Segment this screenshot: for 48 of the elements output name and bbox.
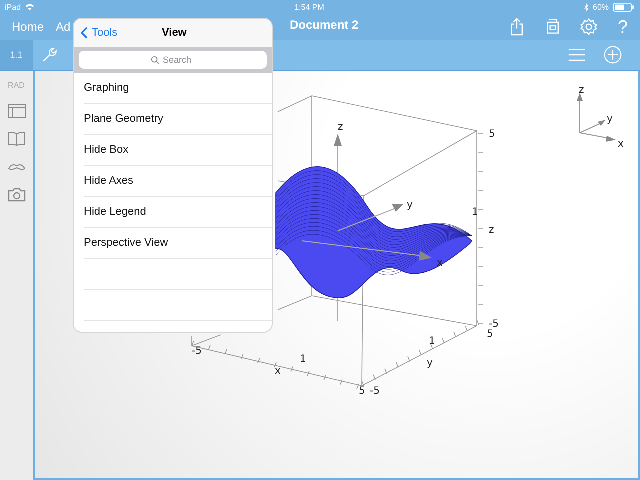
chevron-left-icon [81,27,88,39]
search-icon [151,56,160,64]
battery-icon [613,2,636,12]
axis-label: y [407,200,413,211]
device-name: iPad [5,2,22,12]
add-page-icon[interactable] [604,46,622,64]
axis-label: -5 [192,346,202,357]
menu-item[interactable]: Hide Box [84,144,129,156]
axis-label: 1 [472,207,478,218]
camera-icon[interactable] [8,188,26,202]
menu-item[interactable]: Hide Axes [84,175,134,187]
popover-title: View [162,27,187,39]
angle-mode: RAD [8,81,25,90]
axis-label: z [489,225,494,236]
wrench-icon[interactable] [42,47,58,63]
clock: 1:54 PM [294,2,324,12]
menu-icon[interactable] [568,46,586,64]
axis-label: x [275,366,281,377]
bluetooth-icon [584,2,589,12]
axis-label: -5 [489,319,499,330]
axis-label: 5 [489,129,496,140]
battery-percent: 60% [593,2,610,12]
axis-label: 5 [359,386,366,397]
wifi-icon [25,3,36,11]
axis-label: x [618,139,624,150]
menu-item[interactable]: Plane Geometry [84,113,164,125]
axis-label: y [427,358,433,369]
axis-label: y [607,114,613,125]
y-axis-drawing [338,204,404,232]
back-button[interactable]: Tools [81,27,118,39]
settings-icon[interactable] [580,18,598,36]
axis-label: 1 [429,336,436,347]
search-field[interactable]: Search [79,51,267,69]
axis-label: x [437,258,443,269]
layout-icon[interactable] [8,104,26,118]
document-title: Document 2 [290,18,359,32]
menu-item[interactable]: Graphing [84,82,130,94]
axis-label: -5 [370,386,380,397]
axis-label: 5 [487,329,494,340]
menu-item[interactable]: Hide Legend [84,206,146,218]
book-icon[interactable] [8,132,26,146]
search-input[interactable]: Search [163,55,195,65]
share-icon[interactable] [508,18,526,36]
axis-label: z [579,85,584,96]
axis-triad-drawing [577,93,616,142]
menu-item[interactable]: Perspective View [84,237,168,249]
axis-label: 1 [300,354,306,365]
axis-label: z [338,122,344,133]
